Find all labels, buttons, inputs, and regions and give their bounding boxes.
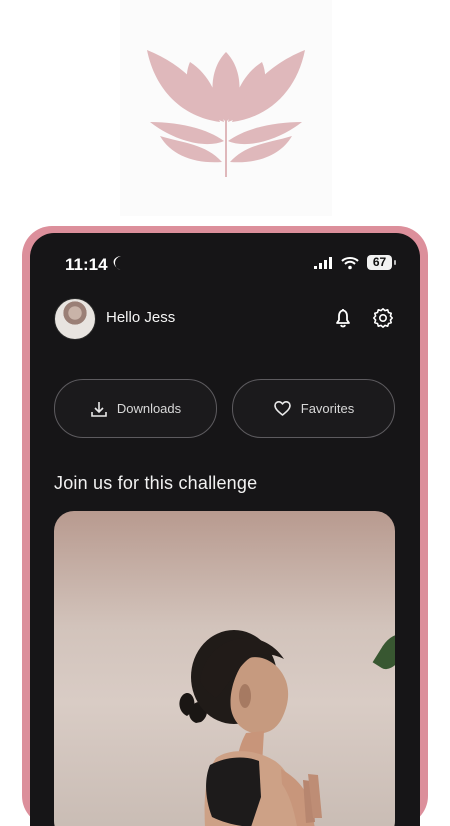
cellular-signal-icon <box>314 257 332 269</box>
avatar[interactable] <box>54 298 96 340</box>
brand-logo-area <box>120 0 332 216</box>
bell-icon[interactable] <box>331 306 355 330</box>
status-bar: 11:14 67 <box>30 251 420 275</box>
meditating-woman-image <box>179 630 322 826</box>
status-time: 11:14 <box>65 255 108 274</box>
moon-icon <box>113 256 122 270</box>
battery-level: 67 <box>372 255 387 269</box>
challenge-card[interactable] <box>54 511 395 826</box>
gear-icon[interactable] <box>371 306 395 330</box>
download-icon <box>91 401 107 417</box>
heart-icon <box>273 401 291 416</box>
plant-leaf <box>372 630 395 674</box>
favorites-button[interactable]: Favorites <box>232 379 395 438</box>
downloads-button[interactable]: Downloads <box>54 379 217 438</box>
battery-cap <box>394 260 396 265</box>
favorites-label: Favorites <box>300 401 355 416</box>
lotus-logo-icon <box>147 50 305 177</box>
battery-icon: 67 <box>367 255 392 270</box>
challenge-section-title: Join us for this challenge <box>54 473 258 493</box>
downloads-label: Downloads <box>116 401 182 416</box>
app-screen: 11:14 67 Hello Jess Downloads Favorites … <box>30 233 420 826</box>
wifi-icon <box>341 257 359 270</box>
header: Hello Jess <box>30 298 420 346</box>
phone-frame: 11:14 67 Hello Jess Downloads Favorites … <box>22 226 428 826</box>
greeting: Hello Jess <box>106 309 176 326</box>
